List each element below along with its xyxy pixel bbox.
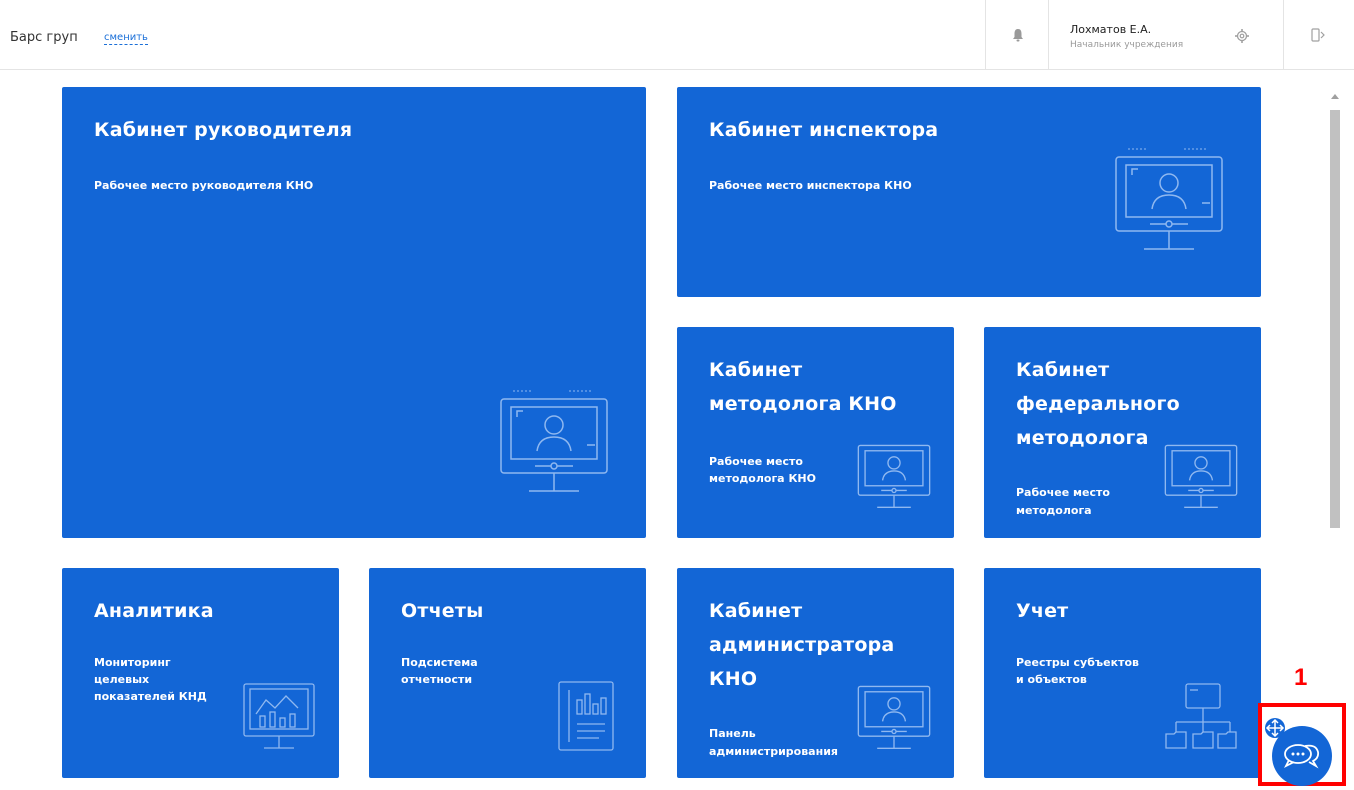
monitor-user-icon (1115, 148, 1223, 250)
tile-title-line: Кабинет (709, 600, 803, 622)
tile-reports[interactable]: Отчеты Подсистема отчетности (369, 568, 646, 778)
logout-icon[interactable] (1310, 27, 1326, 43)
hierarchy-icon (1165, 683, 1237, 749)
tile-inspector-cabinet[interactable]: Кабинет инспектора Рабочее место инспект… (677, 87, 1261, 297)
annotation-marker: 1 (1294, 664, 1308, 691)
tile-title: Аналитика (94, 600, 214, 622)
tile-title-line: администратора (709, 634, 895, 656)
monitor-user-icon (1164, 444, 1238, 508)
tile-title-line: КНО (709, 668, 758, 690)
tile-subtitle-line: администрирования (709, 745, 838, 758)
tile-subtitle-line: Мониторинг (94, 656, 171, 669)
tile-subtitle: Рабочее место инспектора КНО (709, 179, 912, 192)
tile-subtitle-line: отчетности (401, 673, 473, 686)
tile-manager-cabinet[interactable]: Кабинет руководителя Рабочее место руков… (62, 87, 646, 538)
scrollbar-thumb[interactable] (1330, 110, 1340, 528)
tile-subtitle-line: Рабочее место (1016, 486, 1110, 499)
header-divider (985, 0, 986, 69)
gear-icon[interactable] (1234, 28, 1250, 44)
monitor-chart-icon (243, 683, 315, 749)
tile-subtitle-line: Реестры субъектов (1016, 656, 1139, 669)
user-name[interactable]: Лохматов Е.А. (1070, 23, 1151, 36)
tile-title: Кабинет руководителя (94, 119, 353, 141)
move-handle-icon[interactable] (1265, 718, 1285, 738)
monitor-user-icon (857, 685, 931, 749)
tile-analytics[interactable]: Аналитика Мониторинг целевых показателей… (62, 568, 339, 778)
tile-subtitle: Рабочее место руководителя КНО (94, 179, 314, 192)
tile-subtitle-line: и объектов (1016, 673, 1087, 686)
header-divider (1048, 0, 1049, 69)
user-role: Начальник учреждения (1070, 40, 1184, 50)
tile-title-line: федерального (1016, 393, 1180, 415)
tile-registry[interactable]: Учет Реестры субъектов и объектов (984, 568, 1261, 778)
tile-title-line: Кабинет (709, 359, 803, 381)
bell-icon[interactable] (1010, 27, 1026, 43)
tile-federal-methodologist-cabinet[interactable]: Кабинет федерального методолога Рабочее … (984, 327, 1261, 538)
tile-title: Отчеты (401, 600, 484, 622)
scroll-up-arrow-icon[interactable] (1331, 94, 1339, 99)
monitor-user-icon (857, 444, 931, 508)
tile-subtitle-line: Рабочее место (709, 455, 803, 468)
tile-subtitle-line: Панель (709, 727, 756, 740)
tile-title: Учет (1016, 600, 1069, 622)
change-organization-link[interactable]: сменить (104, 31, 148, 45)
tile-title: Кабинет инспектора (709, 119, 939, 141)
monitor-user-icon (500, 390, 608, 492)
tile-title-line: методолога (1016, 427, 1149, 449)
tile-title-line: Кабинет (1016, 359, 1110, 381)
tile-subtitle-line: показателей КНД (94, 690, 207, 703)
tile-admin-cabinet[interactable]: Кабинет администратора КНО Панель админи… (677, 568, 954, 778)
header-divider (1283, 0, 1284, 69)
organization-name: Барс груп (10, 30, 78, 45)
tile-methodologist-cabinet[interactable]: Кабинет методолога КНО Рабочее место мет… (677, 327, 954, 538)
tile-subtitle-line: целевых (94, 673, 150, 686)
tile-title-line: методолога КНО (709, 393, 897, 415)
tile-subtitle-line: Подсистема (401, 656, 478, 669)
report-document-icon (558, 681, 614, 751)
tile-subtitle-line: методолога (1016, 504, 1092, 517)
tile-subtitle-line: методолога КНО (709, 472, 816, 485)
top-header: Барс груп сменить Лохматов Е.А. Начальни… (0, 0, 1354, 70)
